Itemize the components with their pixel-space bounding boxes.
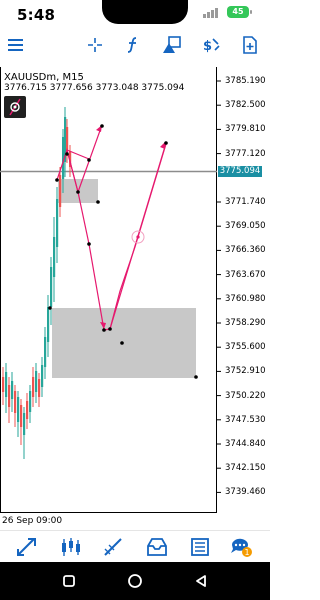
price-label: 3744.840: [225, 439, 266, 449]
trade-icon[interactable]: [100, 535, 126, 559]
candle-body: [2, 377, 5, 392]
price-label: 3769.050: [225, 221, 266, 232]
android-nav-bar: [0, 562, 270, 600]
price-label: 3777.120: [225, 148, 266, 159]
svg-text:$: $: [203, 39, 212, 54]
camera-notch: [102, 0, 188, 24]
chart-area[interactable]: XAUUSDm, M15 3776.715 3777.656 3773.048 …: [0, 67, 270, 527]
price-label: 3758.290: [225, 318, 266, 328]
objects-icon[interactable]: [161, 34, 183, 56]
news-icon[interactable]: [187, 535, 213, 559]
candle-body: [59, 175, 62, 207]
candle-body: [66, 127, 69, 151]
battery-tip: [250, 10, 252, 14]
back-icon[interactable]: [193, 573, 209, 589]
bottom-tab-bar: 1: [0, 530, 270, 563]
price-label: 3752.910: [225, 366, 266, 377]
home-icon[interactable]: [127, 573, 143, 589]
chart-icon[interactable]: [58, 535, 84, 559]
battery-icon: 45: [227, 6, 249, 18]
time-axis-label: 26 Sep 09:00: [2, 516, 63, 526]
signal-icon: [203, 8, 218, 18]
price-label: 3771.740: [225, 197, 266, 207]
price-label: 3766.360: [225, 245, 266, 256]
timeframe-icon[interactable]: $: [200, 34, 222, 56]
candles: [2, 107, 72, 459]
candle-body: [44, 337, 47, 367]
candle-body: [17, 397, 20, 422]
recents-icon[interactable]: [61, 573, 77, 589]
candle-body: [41, 365, 44, 387]
price-label: 3750.220: [225, 390, 266, 401]
candle-body: [35, 371, 38, 392]
candle-body: [29, 391, 32, 412]
price-label: 3742.150: [225, 463, 266, 474]
messages-badge: 1: [244, 548, 249, 557]
candle-body: [11, 381, 14, 399]
one-click-trade-icon[interactable]: [4, 96, 26, 118]
candle-body: [38, 379, 41, 397]
menu-icon[interactable]: [4, 34, 26, 56]
price-label: 3763.670: [225, 269, 266, 280]
candle-body: [5, 372, 8, 397]
crosshair-icon[interactable]: [84, 34, 106, 56]
candle-body: [47, 307, 50, 342]
messages-icon[interactable]: 1: [228, 535, 254, 559]
current-price-tag: 3775.094: [218, 166, 262, 177]
candle-body: [14, 391, 17, 413]
status-time: 5:48: [17, 6, 56, 24]
function-icon[interactable]: [122, 34, 144, 56]
demand-zone-lower: [52, 308, 196, 378]
price-label: 3755.600: [225, 342, 266, 353]
price-label: 3760.980: [225, 293, 266, 304]
candle-body: [32, 377, 35, 397]
candle-body: [53, 237, 56, 277]
candle-body: [8, 385, 11, 407]
ohlc-values: 3776.715 3777.656 3773.048 3775.094: [4, 83, 185, 93]
candle-body: [20, 405, 23, 427]
candle-body: [26, 401, 29, 419]
quotes-icon[interactable]: [14, 535, 40, 559]
projection-drawing: [56, 124, 167, 331]
price-label: 3739.460: [225, 487, 266, 498]
candle-body: [23, 413, 26, 435]
price-label: 3785.190: [225, 76, 266, 86]
chart-toolbar: $: [0, 32, 270, 58]
price-label: 3779.810: [225, 124, 266, 135]
history-icon[interactable]: [144, 535, 170, 559]
status-bar: 5:48 45: [0, 0, 270, 32]
price-label: 3747.530: [225, 414, 266, 425]
price-label: 3782.500: [225, 100, 266, 111]
new-order-icon[interactable]: [239, 34, 261, 56]
candle-body: [56, 199, 59, 247]
symbol-label: XAUUSDm, M15: [4, 72, 84, 83]
candle-body: [50, 267, 53, 307]
